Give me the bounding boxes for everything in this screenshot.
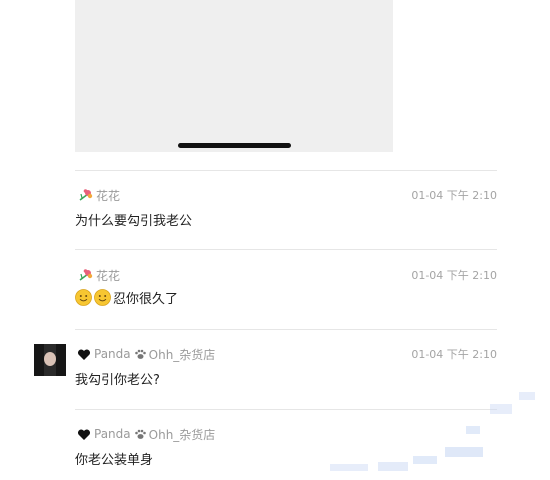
watermark-overlay — [490, 404, 512, 414]
image-preview[interactable] — [75, 0, 393, 152]
watermark-overlay — [445, 447, 483, 457]
comment-time: 01-04 下午 2:10 — [411, 189, 497, 202]
comment-time: 01-04 下午 2:10 — [411, 348, 497, 361]
divider — [75, 249, 497, 250]
watermark-overlay — [378, 462, 408, 471]
comment-text: 忍你很久了 — [75, 288, 178, 307]
watermark-overlay — [519, 392, 535, 400]
comment-text-label: 忍你很久了 — [113, 292, 179, 307]
comment-author[interactable]: Panda Ohh_杂货店 — [77, 425, 215, 443]
watermark-overlay — [413, 456, 437, 464]
heart-icon — [77, 428, 91, 440]
watermark-overlay — [466, 426, 480, 434]
author-name: Panda — [94, 427, 131, 441]
comment-item[interactable]: Panda Ohh_杂货店 01-04 下午 2:10 我勾引你老公? — [0, 330, 550, 400]
comment-item[interactable]: 花花 01-04 下午 2:10 为什么要勾引我老公 — [0, 171, 550, 241]
comment-item[interactable]: 花花 01-04 下午 2:10 忍你很久了 — [0, 251, 550, 321]
comment-time: 01-04 下午 2:10 — [411, 269, 497, 282]
comment-text: 为什么要勾引我老公 — [75, 214, 193, 229]
comment-text: 我勾引你老公? — [75, 373, 160, 388]
comment-item[interactable]: Panda Ohh_杂货店 你老公装单身 — [0, 410, 550, 480]
author-shop-name: Ohh_杂货店 — [148, 427, 216, 442]
smile-emoji-icon — [94, 289, 111, 306]
home-indicator-bar — [178, 143, 291, 148]
smile-emoji-icon — [75, 289, 92, 306]
paw-icon — [134, 429, 146, 439]
watermark-overlay — [330, 464, 368, 471]
comment-text: 你老公装单身 — [75, 453, 154, 468]
